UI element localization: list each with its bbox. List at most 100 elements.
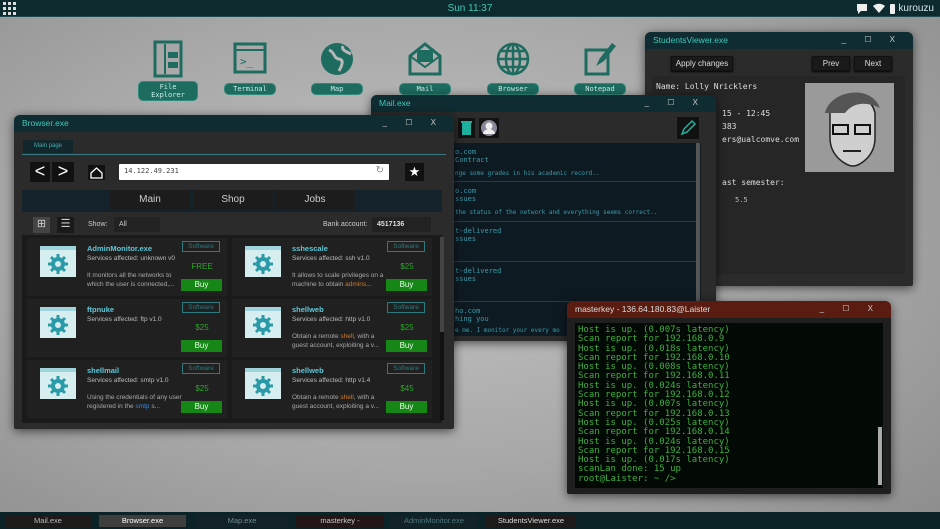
taskbar-item-adminmonitor[interactable]: AdminMonitor.exe bbox=[390, 515, 478, 527]
student-field: ast semester: bbox=[722, 178, 785, 187]
desktop-icon-map[interactable]: Map bbox=[307, 40, 367, 96]
window-title: Browser.exe bbox=[22, 118, 69, 128]
nav-jobs[interactable]: Jobs bbox=[275, 190, 355, 210]
card-name[interactable]: AdminMonitor.exe bbox=[87, 244, 152, 253]
mail-item[interactable]: o.com Contract nge some grades in his ac… bbox=[451, 143, 696, 182]
delete-mail-button[interactable] bbox=[458, 118, 475, 138]
software-icon bbox=[40, 307, 76, 338]
software-icon bbox=[245, 246, 281, 277]
grid-view-button[interactable]: ⊞ bbox=[33, 217, 50, 233]
category-badge: Software bbox=[387, 302, 425, 313]
window-controls[interactable]: _ ☐ X bbox=[842, 35, 903, 44]
card-price: $25 bbox=[195, 384, 209, 393]
mail-preview: e me. I monitor your every mo bbox=[455, 327, 560, 334]
mail-icon bbox=[408, 42, 442, 76]
card-services: Services affected: http v1.0 bbox=[292, 316, 371, 323]
buy-button[interactable]: Buy bbox=[181, 279, 222, 291]
nav-main[interactable]: Main bbox=[110, 190, 190, 210]
desktop-icon-mail[interactable]: Mail bbox=[395, 40, 455, 96]
mail-item[interactable]: t-delivered ssues bbox=[451, 263, 696, 302]
taskbar-item-masterkey[interactable]: masterkey - bbox=[296, 515, 384, 527]
mail-item[interactable]: t-delivered ssues bbox=[451, 223, 696, 262]
buy-button[interactable]: Buy bbox=[181, 401, 222, 413]
user-avatar-icon bbox=[481, 120, 497, 136]
software-icon bbox=[245, 307, 281, 338]
category-badge: Software bbox=[182, 302, 220, 313]
title-bar[interactable]: masterkey - 136.64.180.83@Laister _ ☐ X bbox=[567, 301, 891, 318]
buy-button[interactable]: Buy bbox=[386, 340, 427, 352]
gear-icon bbox=[253, 315, 273, 335]
notepad-pencil-icon bbox=[584, 43, 616, 76]
terminal-window: masterkey - 136.64.180.83@Laister _ ☐ X H… bbox=[567, 301, 891, 494]
chat-icon[interactable] bbox=[856, 3, 868, 14]
browser-globe-icon bbox=[496, 42, 530, 76]
apply-changes-button[interactable]: Apply changes bbox=[671, 56, 733, 71]
mail-item[interactable]: o.com ssues the status of the network an… bbox=[451, 183, 696, 222]
url-bar[interactable]: 14.122.49.231 ↻ bbox=[119, 164, 389, 180]
student-portrait bbox=[805, 83, 894, 172]
terminal-output[interactable]: Host is up. (0.007s latency) Scan report … bbox=[575, 323, 883, 488]
show-select[interactable]: All bbox=[114, 217, 160, 232]
card-description-highlight: shell bbox=[340, 333, 354, 340]
card-price: $25 bbox=[400, 262, 414, 271]
student-grade: 5.5 bbox=[735, 196, 748, 204]
prev-button[interactable]: Prev bbox=[812, 56, 850, 71]
desktop-icon-file-explorer[interactable]: File Explorer bbox=[138, 40, 198, 102]
reload-icon[interactable]: ↻ bbox=[376, 165, 384, 176]
browser-window: Browser.exe _ ☐ X Main page < > 14.122.49… bbox=[14, 115, 454, 429]
shop-scrollbar[interactable] bbox=[440, 237, 444, 420]
compose-button[interactable] bbox=[677, 117, 699, 139]
taskbar-item-mail[interactable]: Mail.exe bbox=[5, 515, 91, 527]
title-bar[interactable]: Mail.exe _ ☐ X bbox=[371, 95, 716, 112]
window-controls[interactable]: _ ☐ X bbox=[645, 98, 706, 107]
taskbar-item-studentsviewer[interactable]: StudentsViewer.exe bbox=[486, 515, 576, 527]
bookmark-star-button[interactable]: ★ bbox=[405, 163, 424, 181]
back-button[interactable]: < bbox=[30, 162, 50, 182]
list-view-button[interactable]: ☰ bbox=[57, 217, 74, 233]
top-bar: Sun 11:37 kurouzu bbox=[0, 0, 940, 17]
mail-subject: hing you bbox=[455, 315, 489, 323]
title-bar[interactable]: Browser.exe _ ☐ X bbox=[14, 115, 454, 132]
card-name[interactable]: shellweb bbox=[292, 366, 324, 375]
window-controls[interactable]: _ ☐ X bbox=[820, 304, 881, 313]
forward-button[interactable]: > bbox=[52, 162, 74, 182]
nav-shop[interactable]: Shop bbox=[193, 190, 273, 210]
terminal-line: root@Laister: ~ /> bbox=[578, 473, 676, 484]
bank-account-value: 4517136 bbox=[372, 217, 431, 232]
card-name[interactable]: shellweb bbox=[292, 305, 324, 314]
home-icon bbox=[90, 167, 103, 179]
card-name[interactable]: shellmail bbox=[87, 366, 119, 375]
desktop-icon-browser[interactable]: Browser bbox=[483, 40, 543, 96]
category-badge: Software bbox=[182, 241, 220, 252]
terminal-scrollbar[interactable] bbox=[878, 427, 882, 485]
taskbar-item-browser[interactable]: Browser.exe bbox=[99, 515, 186, 527]
card-description-block: Obtain a remote shell, with a guest acco… bbox=[292, 393, 387, 411]
buy-button[interactable]: Buy bbox=[386, 401, 427, 413]
window-controls[interactable]: _ ☐ X bbox=[383, 118, 444, 127]
card-name[interactable]: sshescale bbox=[292, 244, 328, 253]
mail-sender: o.com bbox=[455, 148, 477, 156]
desktop-icon-notepad[interactable]: Notepad bbox=[570, 40, 630, 96]
title-bar[interactable]: StudentsViewer.exe _ ☐ X bbox=[645, 32, 913, 49]
tab-main-page[interactable]: Main page bbox=[23, 140, 73, 153]
category-badge: Software bbox=[387, 241, 425, 252]
card-name[interactable]: ftpnuke bbox=[87, 305, 114, 314]
card-description: It monitors all the networks to which th… bbox=[87, 272, 175, 288]
card-price: FREE bbox=[191, 262, 213, 271]
taskbar-item-map[interactable]: Map.exe bbox=[196, 515, 288, 527]
buy-button[interactable]: Buy bbox=[181, 340, 222, 352]
site-nav-bar: Main Shop Jobs bbox=[22, 190, 442, 212]
desktop-icon-terminal[interactable]: >_ Terminal bbox=[220, 40, 280, 96]
mail-subject: Contract bbox=[455, 156, 489, 164]
card-description-highlight: shell bbox=[340, 394, 354, 401]
card-services: Services affected: http v1.4 bbox=[292, 377, 371, 384]
mail-subject: ssues bbox=[455, 195, 477, 203]
contacts-button[interactable] bbox=[479, 118, 499, 138]
mail-subject: ssues bbox=[455, 275, 477, 283]
next-button[interactable]: Next bbox=[854, 56, 892, 71]
username[interactable]: kurouzu bbox=[898, 3, 934, 14]
desktop-label: Notepad bbox=[574, 83, 626, 95]
buy-button[interactable]: Buy bbox=[386, 279, 427, 291]
home-button[interactable] bbox=[88, 165, 105, 180]
wifi-icon[interactable] bbox=[873, 3, 885, 13]
